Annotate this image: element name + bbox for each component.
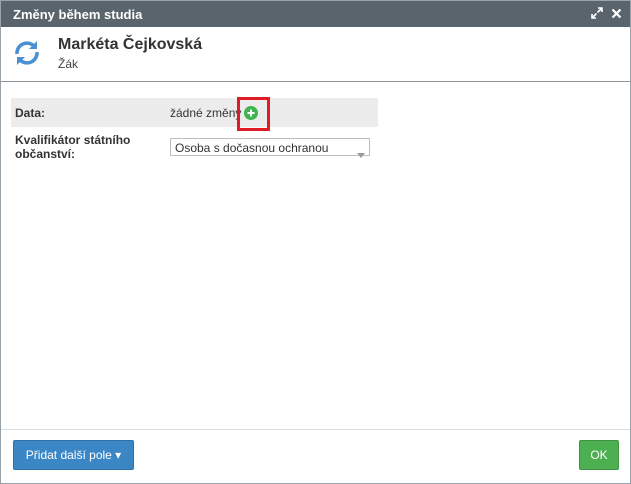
- kvalifikator-selected-value: Osoba s dočasnou ochranou: [175, 141, 329, 155]
- data-label: Data:: [15, 106, 46, 120]
- close-icon[interactable]: [608, 5, 624, 21]
- kvalifikator-label: Kvalifikátor státního občanství:: [15, 133, 131, 161]
- chevron-down-icon: [357, 145, 365, 163]
- student-header: Markéta Čejkovská Žák: [1, 27, 630, 82]
- add-field-button[interactable]: Přidat další pole ▾: [13, 440, 134, 470]
- expand-icon[interactable]: [589, 5, 605, 21]
- data-row: Data: žádné změny: [11, 98, 378, 127]
- data-value: žádné změny: [170, 106, 242, 120]
- dialog-footer: Přidat další pole ▾ OK: [1, 429, 630, 483]
- changes-dialog: Změny během studia Markéta Čejkovská Žák…: [0, 0, 631, 484]
- student-name: Markéta Čejkovská: [58, 36, 203, 53]
- dialog-titlebar: Změny během studia: [1, 1, 630, 27]
- highlight-box: [237, 97, 270, 131]
- dialog-title: Změny během studia: [13, 7, 143, 22]
- kvalifikator-select[interactable]: Osoba s dočasnou ochranou: [170, 138, 370, 158]
- student-role: Žák: [58, 57, 79, 71]
- refresh-arrows-icon: [11, 37, 43, 69]
- kvalifikator-row: Kvalifikátor státního občanství: Osoba s…: [11, 131, 378, 165]
- ok-button[interactable]: OK: [579, 440, 619, 470]
